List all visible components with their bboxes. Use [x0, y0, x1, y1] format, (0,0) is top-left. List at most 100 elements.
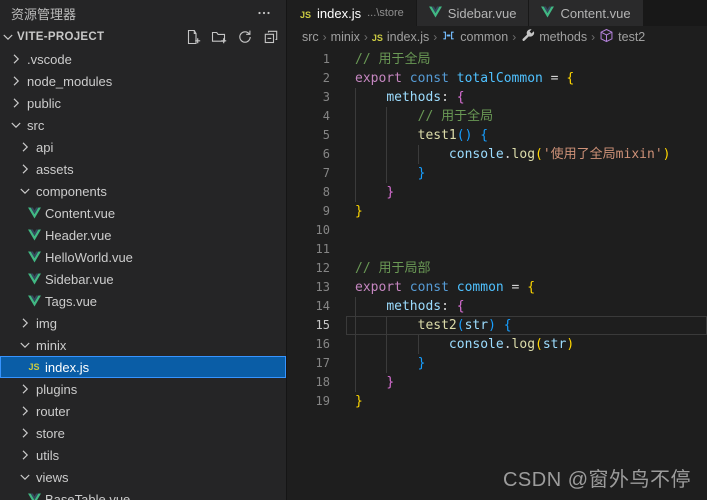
line-number[interactable]: 19: [288, 392, 330, 411]
chevron-right-icon[interactable]: [8, 51, 24, 67]
breadcrumb-item-minix[interactable]: minix: [331, 30, 360, 44]
code-line[interactable]: 6 console.log('使用了全局mixin'): [288, 145, 707, 164]
line-number[interactable]: 3: [288, 88, 330, 107]
line-number[interactable]: 16: [288, 335, 330, 354]
tree-item-store[interactable]: store: [0, 422, 286, 444]
more-actions-icon[interactable]: [256, 8, 272, 25]
line-number[interactable]: 11: [288, 240, 330, 259]
line-number[interactable]: 17: [288, 354, 330, 373]
tree-item-router[interactable]: router: [0, 400, 286, 422]
code-line-content[interactable]: export const common = {: [330, 278, 707, 297]
line-number[interactable]: 2: [288, 69, 330, 88]
new-folder-icon[interactable]: [210, 28, 228, 46]
line-number[interactable]: 4: [288, 107, 330, 126]
code-line-content[interactable]: export const totalCommon = {: [330, 69, 707, 88]
tree-item-helloworld-vue[interactable]: HelloWorld.vue: [0, 246, 286, 268]
chevron-right-icon[interactable]: [17, 403, 33, 419]
line-number[interactable]: 12: [288, 259, 330, 278]
code-line-content[interactable]: // 用于全局: [330, 107, 707, 126]
code-line[interactable]: 14 methods: {: [288, 297, 707, 316]
tree-item-tags-vue[interactable]: Tags.vue: [0, 290, 286, 312]
tree-item-basetable-vue[interactable]: BaseTable.vue: [0, 488, 286, 500]
collapse-all-icon[interactable]: [262, 28, 280, 46]
chevron-right-icon[interactable]: [8, 73, 24, 89]
tree-item-content-vue[interactable]: Content.vue: [0, 202, 286, 224]
line-number[interactable]: 8: [288, 183, 330, 202]
tree-item-img[interactable]: img: [0, 312, 286, 334]
code-line-content[interactable]: [330, 240, 707, 259]
line-number[interactable]: 6: [288, 145, 330, 164]
code-line[interactable]: 11: [288, 240, 707, 259]
tree-item-index-js[interactable]: JS index.js: [0, 356, 286, 378]
code-line-content[interactable]: methods: {: [330, 88, 707, 107]
tree-item-header-vue[interactable]: Header.vue: [0, 224, 286, 246]
code-line[interactable]: 15 test2(str) {: [288, 316, 707, 335]
code-line-content[interactable]: }: [330, 183, 707, 202]
code-line-content[interactable]: console.log('使用了全局mixin'): [330, 145, 707, 164]
tree-item-components[interactable]: components: [0, 180, 286, 202]
chevron-down-icon[interactable]: [17, 469, 33, 485]
tree-item-views[interactable]: views: [0, 466, 286, 488]
tree-item-sidebar-vue[interactable]: Sidebar.vue: [0, 268, 286, 290]
code-line-content[interactable]: }: [330, 392, 707, 411]
code-line[interactable]: 9}: [288, 202, 707, 221]
chevron-down-icon[interactable]: [17, 183, 33, 199]
chevron-down-icon[interactable]: [0, 29, 16, 45]
code-line[interactable]: 2 export const totalCommon = {: [288, 69, 707, 88]
code-line[interactable]: 10: [288, 221, 707, 240]
code-line[interactable]: 17 }: [288, 354, 707, 373]
chevron-right-icon[interactable]: [17, 139, 33, 155]
code-line[interactable]: 13 export const common = {: [288, 278, 707, 297]
tree-item-utils[interactable]: utils: [0, 444, 286, 466]
chevron-right-icon[interactable]: [17, 381, 33, 397]
code-line[interactable]: 4 // 用于全局: [288, 107, 707, 126]
code-line[interactable]: 12 // 用于局部: [288, 259, 707, 278]
breadcrumb-item-src[interactable]: src: [302, 30, 319, 44]
tab-sidebar-vue[interactable]: Sidebar.vue: [416, 0, 529, 26]
code-line-content[interactable]: [330, 221, 707, 240]
tree-item--vscode[interactable]: .vscode: [0, 48, 286, 70]
breadcrumb-item-test2[interactable]: test2: [599, 28, 645, 46]
code-line[interactable]: 8 }: [288, 183, 707, 202]
code-editor[interactable]: 1// 用于全局 2 export const totalCommon = {3 m…: [288, 48, 707, 411]
code-line[interactable]: 18 }: [288, 373, 707, 392]
tree-item-minix[interactable]: minix: [0, 334, 286, 356]
breadcrumb-item-methods[interactable]: methods: [520, 28, 587, 46]
project-section-header[interactable]: VITE-PROJECT: [0, 26, 286, 48]
line-number[interactable]: 15: [288, 316, 330, 335]
code-line[interactable]: 19}: [288, 392, 707, 411]
code-line-content[interactable]: test1() {: [330, 126, 707, 145]
code-line-content[interactable]: console.log(str): [330, 335, 707, 354]
tree-item-src[interactable]: src: [0, 114, 286, 136]
code-line-content[interactable]: // 用于局部: [330, 259, 707, 278]
line-number[interactable]: 10: [288, 221, 330, 240]
code-line-content[interactable]: // 用于全局: [330, 50, 707, 69]
code-line[interactable]: 1 // 用于全局: [288, 50, 707, 69]
chevron-right-icon[interactable]: [17, 315, 33, 331]
line-number[interactable]: 18: [288, 373, 330, 392]
code-line[interactable]: 7 }: [288, 164, 707, 183]
tree-item-node-modules[interactable]: node_modules: [0, 70, 286, 92]
line-number[interactable]: 13: [288, 278, 330, 297]
breadcrumb-item-common[interactable]: common: [441, 28, 508, 46]
code-line-content[interactable]: }: [330, 202, 707, 221]
chevron-right-icon[interactable]: [17, 425, 33, 441]
new-file-icon[interactable]: [184, 28, 202, 46]
line-number[interactable]: 14: [288, 297, 330, 316]
code-line-content[interactable]: }: [330, 354, 707, 373]
tree-item-public[interactable]: public: [0, 92, 286, 114]
tab-index-js[interactable]: JS index.js ...\store: [288, 0, 416, 26]
tree-item-api[interactable]: api: [0, 136, 286, 158]
code-line-content[interactable]: }: [330, 164, 707, 183]
code-line[interactable]: 16 console.log(str): [288, 335, 707, 354]
breadcrumb-item-index-js[interactable]: JS index.js: [372, 30, 429, 44]
line-number[interactable]: 7: [288, 164, 330, 183]
code-line-content[interactable]: methods: {: [330, 297, 707, 316]
code-line-content[interactable]: test2(str) {: [330, 316, 707, 335]
line-number[interactable]: 9: [288, 202, 330, 221]
chevron-down-icon[interactable]: [8, 117, 24, 133]
tab-content-vue[interactable]: Content.vue: [529, 0, 643, 26]
code-line[interactable]: 5 test1() {: [288, 126, 707, 145]
tree-item-plugins[interactable]: plugins: [0, 378, 286, 400]
code-line-content[interactable]: }: [330, 373, 707, 392]
